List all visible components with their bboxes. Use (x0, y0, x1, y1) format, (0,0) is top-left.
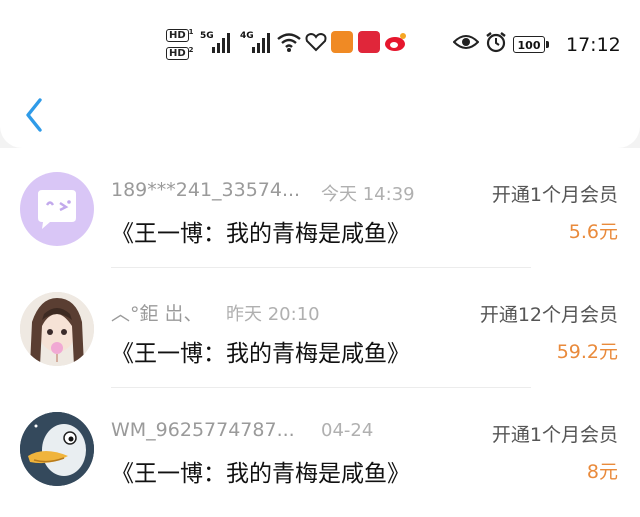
membership-description: 开通1个月会员 (491, 184, 618, 206)
back-arrow-icon[interactable] (20, 96, 50, 134)
book-title: 《王一博：我的青梅是咸鱼》 (111, 221, 410, 247)
hd-badge-1: HD 1 (166, 28, 194, 43)
purchase-record-list: 189***241_33574... 今天 14:39 开通1个月会员 《王一博… (0, 148, 640, 517)
wifi-icon (277, 33, 301, 52)
chat-bubble-avatar-icon (38, 190, 76, 229)
timestamp: 昨天 20:10 (226, 304, 320, 325)
hd-badge-2: HD 2 (166, 46, 194, 61)
membership-description: 开通1个月会员 (491, 424, 618, 446)
status-bar: HD 1 HD 2 5G 4G 100 17:12 (0, 26, 640, 66)
username: WM_9625774787... (111, 419, 295, 441)
weibo-app-icon (385, 33, 406, 51)
book-title: 《王一博：我的青梅是咸鱼》 (111, 341, 410, 367)
membership-description: 开通12个月会员 (479, 304, 618, 326)
signal-strength-icon-2 (252, 33, 270, 53)
timestamp: 04-24 (321, 420, 374, 441)
amount: 59.2元 (556, 341, 618, 363)
battery-indicator: 100 (513, 36, 549, 53)
eye-comfort-icon (453, 35, 479, 49)
shopping-app-icon (331, 31, 353, 53)
username: 189***241_33574... (111, 179, 301, 201)
cartoon-bird-avatar-icon (20, 412, 94, 486)
list-item[interactable]: WM_9625774787... 04-24 开通1个月会员 《王一博：我的青梅… (0, 388, 640, 508)
alarm-clock-icon (486, 32, 506, 53)
anime-girl-avatar-icon (20, 292, 94, 366)
amount: 5.6元 (568, 221, 618, 243)
tmall-app-icon (358, 31, 380, 53)
header: HD 1 HD 2 5G 4G 100 17:12 (0, 0, 640, 148)
book-title: 《王一博：我的青梅是咸鱼》 (111, 461, 410, 487)
heart-app-icon (305, 32, 327, 52)
signal-strength-icon (212, 33, 230, 53)
list-item[interactable]: 189***241_33574... 今天 14:39 开通1个月会员 《王一博… (0, 148, 640, 268)
list-item[interactable]: ︿°鉅 岀、 昨天 20:10 开通12个月会员 《王一博：我的青梅是咸鱼》 5… (0, 268, 640, 388)
username: ︿°鉅 岀、 (111, 303, 203, 325)
avatar (20, 412, 94, 486)
avatar (20, 172, 94, 246)
status-time: 17:12 (566, 34, 621, 56)
avatar (20, 292, 94, 366)
timestamp: 今天 14:39 (321, 184, 415, 205)
amount: 8元 (586, 461, 618, 483)
